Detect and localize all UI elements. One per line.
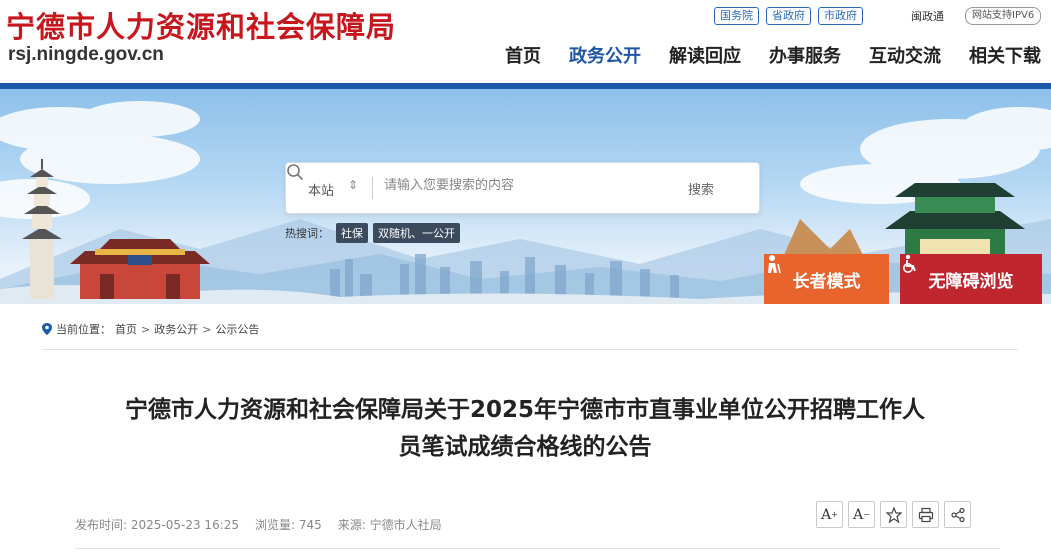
search-divider — [372, 177, 373, 199]
site-title[interactable]: 宁德市人力资源和社会保障局 — [6, 4, 396, 46]
article-title-line2: 员笔试成绩合格线的公告 — [398, 434, 652, 460]
banner: 本站 ⇕ 搜索 热搜词： 社保 双随机、一公开 长者模式 无障碍浏览 — [0, 89, 1051, 304]
search-input[interactable] — [384, 178, 664, 193]
nav-interaction[interactable]: 互动交流 — [869, 42, 941, 68]
main-nav: 首页 政务公开 解读回应 办事服务 互动交流 相关下载 — [505, 42, 1041, 68]
print-icon[interactable] — [912, 501, 939, 528]
search-box: 本站 ⇕ 搜索 — [285, 162, 760, 214]
hot-word-tag[interactable]: 双随机、一公开 — [373, 223, 460, 243]
publish-label: 发布时间: — [75, 518, 128, 532]
search-scope-select[interactable]: 本站 — [308, 180, 334, 199]
accessible-browse-label: 无障碍浏览 — [928, 271, 1014, 292]
hot-word-tag[interactable]: 社保 — [336, 223, 368, 243]
hot-words-label: 热搜词： — [285, 227, 329, 240]
source-label: 来源: — [337, 518, 366, 532]
article-source: 来源: 宁德市人社局 — [338, 516, 442, 533]
view-count: 浏览量: 745 — [255, 516, 322, 533]
top-links: 国务院 省政府 市政府 — [714, 7, 863, 25]
views-value: 745 — [298, 518, 322, 532]
nav-services[interactable]: 办事服务 — [769, 42, 841, 68]
favorite-icon[interactable] — [880, 501, 907, 528]
elder-mode-label: 长者模式 — [792, 271, 861, 292]
publish-time-value: 2025-05-23 16:25 — [130, 518, 240, 532]
source-value: 宁德市人社局 — [369, 518, 442, 532]
font-decrease-icon[interactable]: A − — [848, 501, 875, 528]
views-label: 浏览量: — [255, 518, 296, 532]
search-button[interactable]: 搜索 — [688, 179, 714, 198]
elder-person-icon — [768, 255, 781, 274]
breadcrumb-separator: > — [202, 322, 212, 336]
breadcrumb-label: 当前位置： — [56, 323, 111, 336]
site-header: 宁德市人力资源和社会保障局 rsj.ningde.gov.cn 国务院 省政府 … — [0, 0, 1051, 86]
wheelchair-icon — [903, 254, 916, 273]
elder-mode-button[interactable]: 长者模式 — [764, 254, 889, 304]
article-tools: A + A − — [816, 501, 971, 528]
article-title: 宁德市人力资源和社会保障局关于2025年宁德市市直事业单位公开招聘工作人 员笔试… — [70, 392, 980, 466]
article-title-line1: 宁德市人力资源和社会保障局关于2025年宁德市市直事业单位公开招聘工作人 — [124, 397, 925, 423]
meta-divider — [75, 548, 1000, 549]
article-meta: 发布时间: 2025-05-23 16:25 浏览量: 745 来源: 宁德市人… — [75, 516, 442, 533]
accessible-browse-button[interactable]: 无障碍浏览 — [900, 254, 1042, 304]
nav-home[interactable]: 首页 — [505, 42, 541, 68]
search-icon[interactable] — [286, 163, 304, 181]
site-domain: rsj.ningde.gov.cn — [8, 44, 164, 65]
share-icon[interactable] — [944, 501, 971, 528]
breadcrumb-notices[interactable]: 公示公告 — [215, 321, 259, 337]
breadcrumb-separator: > — [141, 322, 151, 336]
breadcrumb-divider — [42, 349, 1018, 350]
sort-arrows-icon[interactable]: ⇕ — [348, 178, 358, 192]
publish-time: 发布时间: 2025-05-23 16:25 — [75, 516, 239, 533]
breadcrumb-home[interactable]: 首页 — [115, 321, 137, 337]
link-shizhengfu[interactable]: 市政府 — [818, 7, 863, 25]
hot-words: 热搜词： 社保 双随机、一公开 — [285, 223, 460, 243]
nav-interpretation[interactable]: 解读回应 — [669, 42, 741, 68]
breadcrumb: 当前位置： 首页 > 政务公开 > 公示公告 — [42, 321, 259, 337]
font-increase-icon[interactable]: A + — [816, 501, 843, 528]
link-guowuyuan[interactable]: 国务院 — [714, 7, 759, 25]
nav-gov-affairs[interactable]: 政务公开 — [569, 42, 641, 68]
article-card: 当前位置： 首页 > 政务公开 > 公示公告 宁德市人力资源和社会保障局关于20… — [30, 304, 1020, 556]
link-shengzhengfu[interactable]: 省政府 — [766, 7, 811, 25]
ipv6-badge: 网站支持IPV6 — [965, 7, 1042, 25]
minzhengtong-link[interactable]: 闽政通 — [911, 8, 944, 24]
location-pin-icon — [42, 323, 52, 335]
breadcrumb-gov-affairs[interactable]: 政务公开 — [154, 321, 198, 337]
nav-downloads[interactable]: 相关下载 — [969, 42, 1041, 68]
